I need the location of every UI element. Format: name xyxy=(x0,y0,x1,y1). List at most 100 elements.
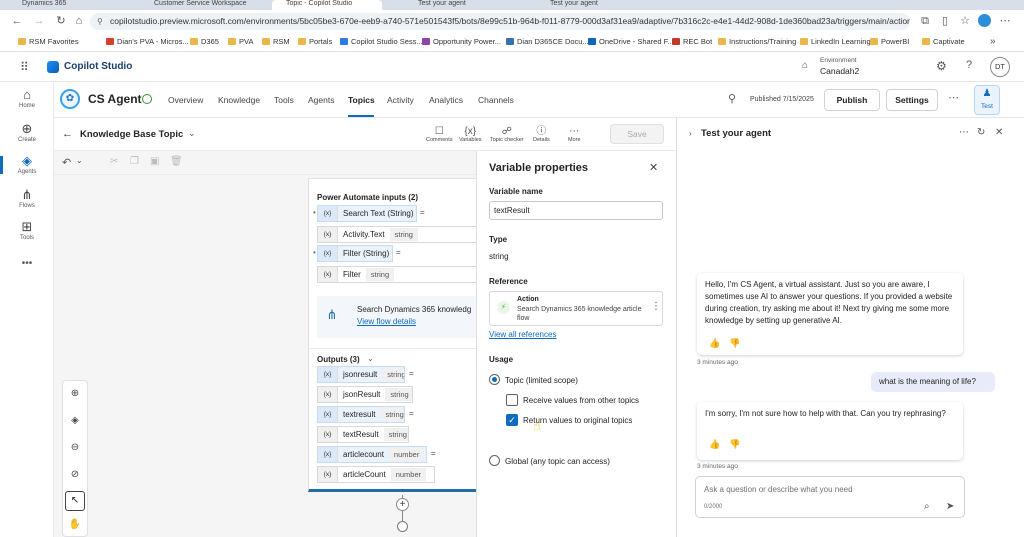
browser-tab-active[interactable]: Topic - Copilot Studio xyxy=(272,0,382,10)
address-bar[interactable]: ⚲ copilotstudio.preview.microsoft.com/en… xyxy=(90,13,910,30)
output-param-chip[interactable]: {x} textresult string xyxy=(317,406,405,423)
bookmark[interactable]: Captivate xyxy=(922,36,965,48)
bookmark[interactable]: Dian D365CE Docu... xyxy=(506,36,589,48)
back-icon[interactable]: ← xyxy=(10,14,24,28)
output-param-chip[interactable]: {x} jsonresult string xyxy=(317,366,405,383)
attach-icon[interactable]: ⌕ xyxy=(924,501,930,512)
nav-more-icon[interactable]: ••• xyxy=(0,258,54,269)
tab-tools[interactable]: Tools xyxy=(274,95,294,105)
reference-more-icon[interactable]: ⋮ xyxy=(651,301,661,312)
more-button[interactable]: ⋯ More xyxy=(568,126,581,143)
fit-view-icon[interactable]: ◈ xyxy=(63,415,87,426)
view-all-references-link[interactable]: View all references xyxy=(489,330,556,339)
environment-name[interactable]: Canadah2 xyxy=(820,66,859,76)
test-button[interactable]: ♟ Test xyxy=(974,85,1000,115)
comments-button[interactable]: ☐ Comments xyxy=(426,126,453,143)
tab-activity[interactable]: Activity xyxy=(387,95,414,105)
bookmark[interactable]: REC Bot xyxy=(672,36,712,48)
more-bookmarks-icon[interactable]: » xyxy=(990,36,996,47)
select-pointer-icon[interactable]: ↖ xyxy=(65,491,85,511)
cut-icon[interactable]: ✂ xyxy=(110,156,118,167)
undo-icon[interactable]: ↶ xyxy=(62,156,71,169)
topic-title[interactable]: Knowledge Base Topic xyxy=(80,129,183,140)
input-param-chip[interactable]: {x} Search Text (String) xyxy=(317,205,417,222)
tab-knowledge[interactable]: Knowledge xyxy=(218,95,260,105)
restart-icon[interactable]: ↻ xyxy=(977,127,985,138)
reference-card[interactable]: ⚡ Action Search Dynamics 365 knowledge a… xyxy=(489,291,663,326)
bookmark[interactable]: OneDrive - Shared F... xyxy=(588,36,674,48)
topic-scope-radio[interactable] xyxy=(489,374,500,385)
view-flow-details-link[interactable]: View flow details xyxy=(357,317,416,326)
bookmark[interactable]: LinkedIn Learning xyxy=(800,36,871,48)
more-options-icon[interactable]: ⋯ xyxy=(948,91,959,104)
nav-create[interactable]: ⊕ Create xyxy=(0,122,54,144)
pan-hand-icon[interactable]: ✋ xyxy=(63,519,87,530)
global-scope-radio[interactable] xyxy=(489,455,500,466)
send-icon[interactable]: ➤ xyxy=(946,501,954,512)
nav-home[interactable]: ⌂ Home xyxy=(0,88,54,110)
split-icon[interactable]: ▯ xyxy=(938,14,952,28)
user-avatar[interactable]: DT xyxy=(990,57,1010,77)
undo-dropdown-icon[interactable]: ⌄ xyxy=(76,156,83,165)
settings-gear-icon[interactable]: ⚙ xyxy=(936,59,947,73)
add-node-icon[interactable]: + xyxy=(396,498,409,511)
bookmark[interactable]: Instructions/Training xyxy=(718,36,796,48)
chat-more-icon[interactable]: ⋯ xyxy=(959,127,969,138)
back-arrow-icon[interactable]: ← xyxy=(62,128,73,140)
minimap-icon[interactable]: ⊘ xyxy=(63,469,87,480)
browser-tab[interactable]: Dynamics 365 xyxy=(8,0,118,10)
site-info-icon[interactable]: ⚲ xyxy=(97,13,103,30)
forward-icon[interactable]: → xyxy=(32,14,46,28)
action-node-card[interactable]: Power Automate inputs (2) • {x} Search Te… xyxy=(308,178,479,492)
zoom-out-icon[interactable]: ⊖ xyxy=(63,442,87,453)
bookmark[interactable]: RSM Favorites xyxy=(18,36,79,48)
save-button[interactable]: Save xyxy=(610,124,664,144)
bookmark[interactable]: Dian's PVA - Micros... xyxy=(106,36,189,48)
nav-flows[interactable]: ⋔ Flows xyxy=(0,188,54,210)
close-icon[interactable]: ✕ xyxy=(649,161,658,174)
topic-checker-button[interactable]: ☍ Topic checker xyxy=(490,126,524,143)
profile-icon[interactable] xyxy=(978,14,991,27)
help-icon[interactable]: ? xyxy=(966,59,972,71)
bookmark[interactable]: PVA xyxy=(228,36,253,48)
browser-tab[interactable]: Customer Service Workspace xyxy=(140,0,250,10)
bookmark[interactable]: Portals xyxy=(298,36,332,48)
receive-values-checkbox[interactable] xyxy=(506,394,518,406)
collapse-chevron-icon[interactable]: › xyxy=(689,129,692,138)
tab-overview[interactable]: Overview xyxy=(168,95,203,105)
outputs-heading[interactable]: Outputs (3) xyxy=(317,355,360,364)
favorites-icon[interactable]: ☆ xyxy=(958,14,972,28)
publish-button[interactable]: Publish xyxy=(824,89,880,111)
browser-tab[interactable]: Test your agent xyxy=(404,0,514,10)
details-button[interactable]: ⓘ Details xyxy=(533,126,550,143)
thumbs-down-icon[interactable]: 👎 xyxy=(729,337,740,349)
tab-agents[interactable]: Agents xyxy=(308,95,334,105)
tab-topics[interactable]: Topics xyxy=(348,95,375,105)
refresh-icon[interactable]: ↻ xyxy=(54,14,68,28)
input-value-chip[interactable]: {x} Filter string xyxy=(317,266,479,283)
close-pane-icon[interactable]: ✕ xyxy=(995,127,1003,138)
flow-reference-box[interactable]: ⋔ Search Dynamics 365 knowledg View flow… xyxy=(317,296,479,338)
bookmark[interactable]: PowerBI xyxy=(870,36,909,48)
chat-input-box[interactable]: Ask a question or describe what you need… xyxy=(695,476,965,518)
output-variable-chip[interactable]: {x} articleCount number xyxy=(317,466,435,483)
input-value-chip[interactable]: {x} Activity.Text string xyxy=(317,226,479,243)
settings-button[interactable]: Settings xyxy=(886,89,938,111)
search-icon[interactable]: ⚲ xyxy=(728,92,736,105)
output-param-chip[interactable]: {x} articlecount number xyxy=(317,446,427,463)
browser-tab[interactable]: Test your agent xyxy=(536,0,646,10)
outputs-chevron-icon[interactable]: ⌄ xyxy=(367,354,374,363)
zoom-in-icon[interactable]: ⊕ xyxy=(63,388,87,399)
bookmark[interactable]: RSM xyxy=(262,36,290,48)
nav-agents[interactable]: ◈ Agents xyxy=(0,154,54,176)
variables-button[interactable]: {x} Variables xyxy=(459,126,482,143)
variable-name-input[interactable] xyxy=(489,201,663,220)
tab-analytics[interactable]: Analytics xyxy=(429,95,463,105)
output-variable-chip-selected[interactable]: {x} textResult string xyxy=(317,426,409,443)
thumbs-up-icon[interactable]: 👍 xyxy=(709,438,720,450)
bookmark[interactable]: D365 xyxy=(190,36,219,48)
tab-channels[interactable]: Channels xyxy=(478,95,514,105)
thumbs-up-icon[interactable]: 👍 xyxy=(709,337,720,349)
nav-tools[interactable]: ⊞ Tools xyxy=(0,220,54,242)
output-variable-chip[interactable]: {x} jsonResult string xyxy=(317,386,413,403)
